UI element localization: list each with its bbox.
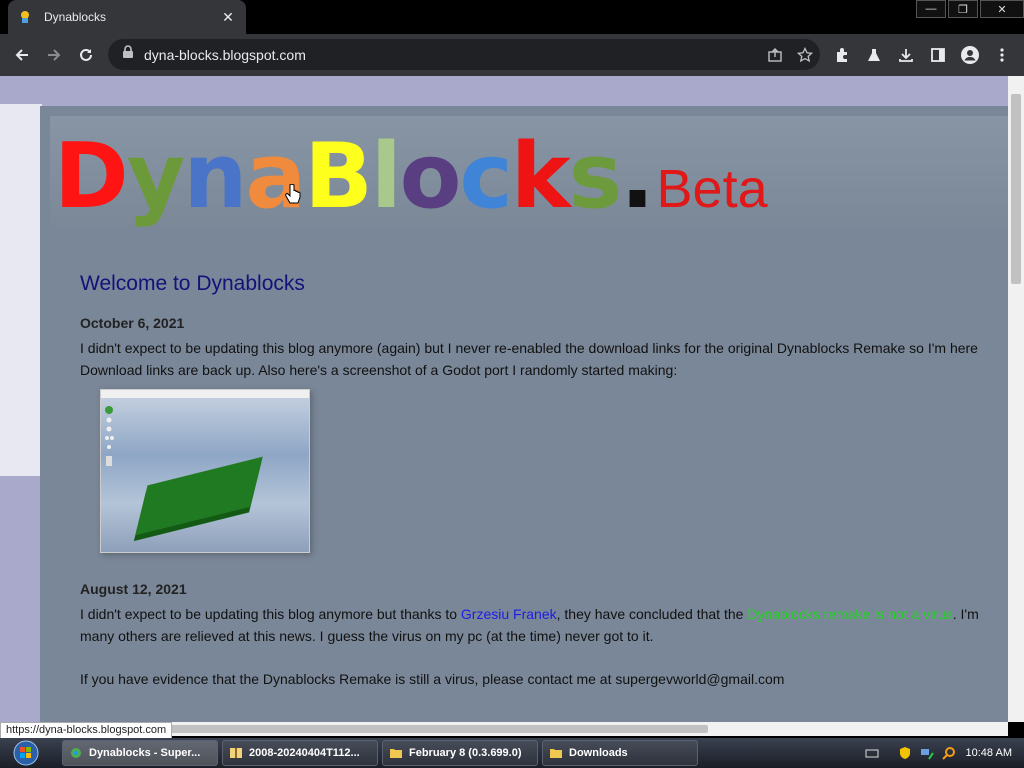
godot-port-screenshot[interactable] (100, 389, 310, 553)
extensions-puzzle-icon[interactable] (826, 39, 858, 71)
tab-title: Dynablocks (44, 10, 107, 24)
bookmark-star-icon[interactable] (790, 40, 820, 70)
download-icon[interactable] (890, 39, 922, 71)
tab-close-icon[interactable]: ✕ (220, 9, 236, 26)
logo-letter: o (399, 124, 462, 229)
vertical-scrollbar-thumb[interactable] (1011, 94, 1021, 284)
browser-toolbar: dyna-blocks.blogspot.com (0, 34, 1024, 76)
minimize-button[interactable]: — (916, 0, 946, 18)
post-october: October 6, 2021 I didn't expect to be up… (80, 315, 1008, 553)
dynablocks-logo[interactable]: Dy n a Bl o c k s. Beta (54, 124, 768, 229)
labs-flask-icon[interactable] (858, 39, 890, 71)
system-tray: 10:48 AM (861, 738, 1024, 768)
side-panel-icon[interactable] (922, 39, 954, 71)
profile-avatar-icon[interactable] (954, 39, 986, 71)
taskbar-item-downloads[interactable]: Downloads (542, 740, 698, 766)
network-icon[interactable] (919, 745, 935, 761)
windows-start-icon[interactable] (10, 739, 42, 767)
hand-cursor-icon (285, 183, 301, 211)
address-bar[interactable]: dyna-blocks.blogspot.com (108, 39, 820, 70)
logo-letter: y (126, 124, 186, 229)
horizontal-scrollbar-thumb[interactable] (170, 725, 708, 733)
post-line: If you have evidence that the Dynablocks… (80, 671, 785, 687)
post-line: many others are relieved at this news. I… (80, 628, 654, 644)
blog-main: Welcome to Dynablocks October 6, 2021 I … (80, 272, 1008, 690)
logo-letter: D (54, 124, 129, 229)
forward-icon[interactable] (38, 39, 70, 71)
logo-letter: l (370, 124, 402, 229)
toolbar-icons (826, 39, 1018, 71)
chrome-icon (69, 747, 83, 759)
logo-beta-text: Beta (656, 159, 768, 219)
logo-letter: c (459, 124, 513, 229)
taskbar-item-label: February 8 (0.3.699.0) (409, 747, 522, 759)
grzesiu-franek-link[interactable]: Grzesiu Franek (461, 606, 557, 622)
status-url-bubble: https://dyna-blocks.blogspot.com (0, 722, 173, 739)
restore-button[interactable]: ❐ (948, 0, 978, 18)
menu-kebab-icon[interactable] (986, 39, 1018, 71)
window-controls: — ❐ ✕ (914, 0, 1024, 18)
dynablocks-favicon-icon (18, 10, 32, 24)
back-icon[interactable] (6, 39, 38, 71)
page-background-left (0, 104, 42, 476)
taskbar-item-label: 2008-20240404T112... (249, 747, 360, 759)
post-line: I didn't expect to be updating this blog… (80, 603, 1008, 625)
taskbar-item-label: Dynablocks - Super... (89, 747, 201, 759)
taskbar-item-chrome[interactable]: Dynablocks - Super... (62, 740, 218, 766)
logo-letter: n (183, 124, 247, 229)
logo-letter: s (568, 124, 623, 229)
post-date: August 12, 2021 (80, 581, 187, 597)
post-date: October 6, 2021 (80, 315, 185, 331)
tab-strip: Dynablocks ✕ — ❐ ✕ (0, 0, 1024, 34)
logo-letter: k (510, 124, 571, 229)
close-window-button[interactable]: ✕ (980, 0, 1024, 18)
logo-letter: a (245, 124, 306, 229)
keyboard-icon[interactable] (864, 745, 880, 761)
blog-title: Welcome to Dynablocks (80, 272, 305, 295)
taskbar-clock: 10:48 AM (965, 747, 1012, 759)
vertical-scrollbar[interactable] (1008, 76, 1024, 722)
taskbar-item-archive[interactable]: 2008-20240404T112... (222, 740, 378, 766)
not-a-virus-link[interactable]: Dynablocks remake is not a virus (747, 606, 952, 622)
page-background-left-lower (0, 476, 42, 722)
screenshot-baseplate (135, 456, 263, 536)
lock-icon (122, 45, 134, 64)
logo-letter: B (304, 124, 373, 229)
page-viewport: Dy n a Bl o c k s. Beta Welcome to Dynablocks Oc… (0, 76, 1008, 722)
folder-icon (549, 747, 563, 759)
post-text-segment: , they have concluded that the (556, 606, 748, 622)
windows-taskbar: Dynablocks - Super... 2008-20240404T112.… (0, 738, 1024, 768)
logo-letter: . (620, 124, 654, 229)
taskbar-item-label: Downloads (569, 747, 628, 759)
post-august: August 12, 2021 I didn't expect to be up… (80, 581, 1008, 690)
address-url: dyna-blocks.blogspot.com (144, 46, 306, 63)
post-text-segment: . I'm (952, 606, 979, 622)
archive-icon (229, 747, 243, 759)
post-text-segment: I didn't expect to be updating this blog… (80, 606, 461, 622)
taskbar-item-folder-february[interactable]: February 8 (0.3.699.0) (382, 740, 538, 766)
post-line: Download links are back up. Also here's … (80, 362, 678, 378)
screenshot-toolbar (104, 404, 114, 470)
folder-icon (389, 747, 403, 759)
search-magnifier-icon[interactable] (941, 745, 957, 761)
share-icon[interactable] (760, 40, 790, 70)
security-shield-icon[interactable] (897, 745, 913, 761)
reload-icon[interactable] (70, 39, 102, 71)
screenshot-titlebar (101, 390, 309, 398)
tab-dynablocks[interactable]: Dynablocks ✕ (8, 0, 246, 34)
post-line: I didn't expect to be updating this blog… (80, 340, 978, 356)
